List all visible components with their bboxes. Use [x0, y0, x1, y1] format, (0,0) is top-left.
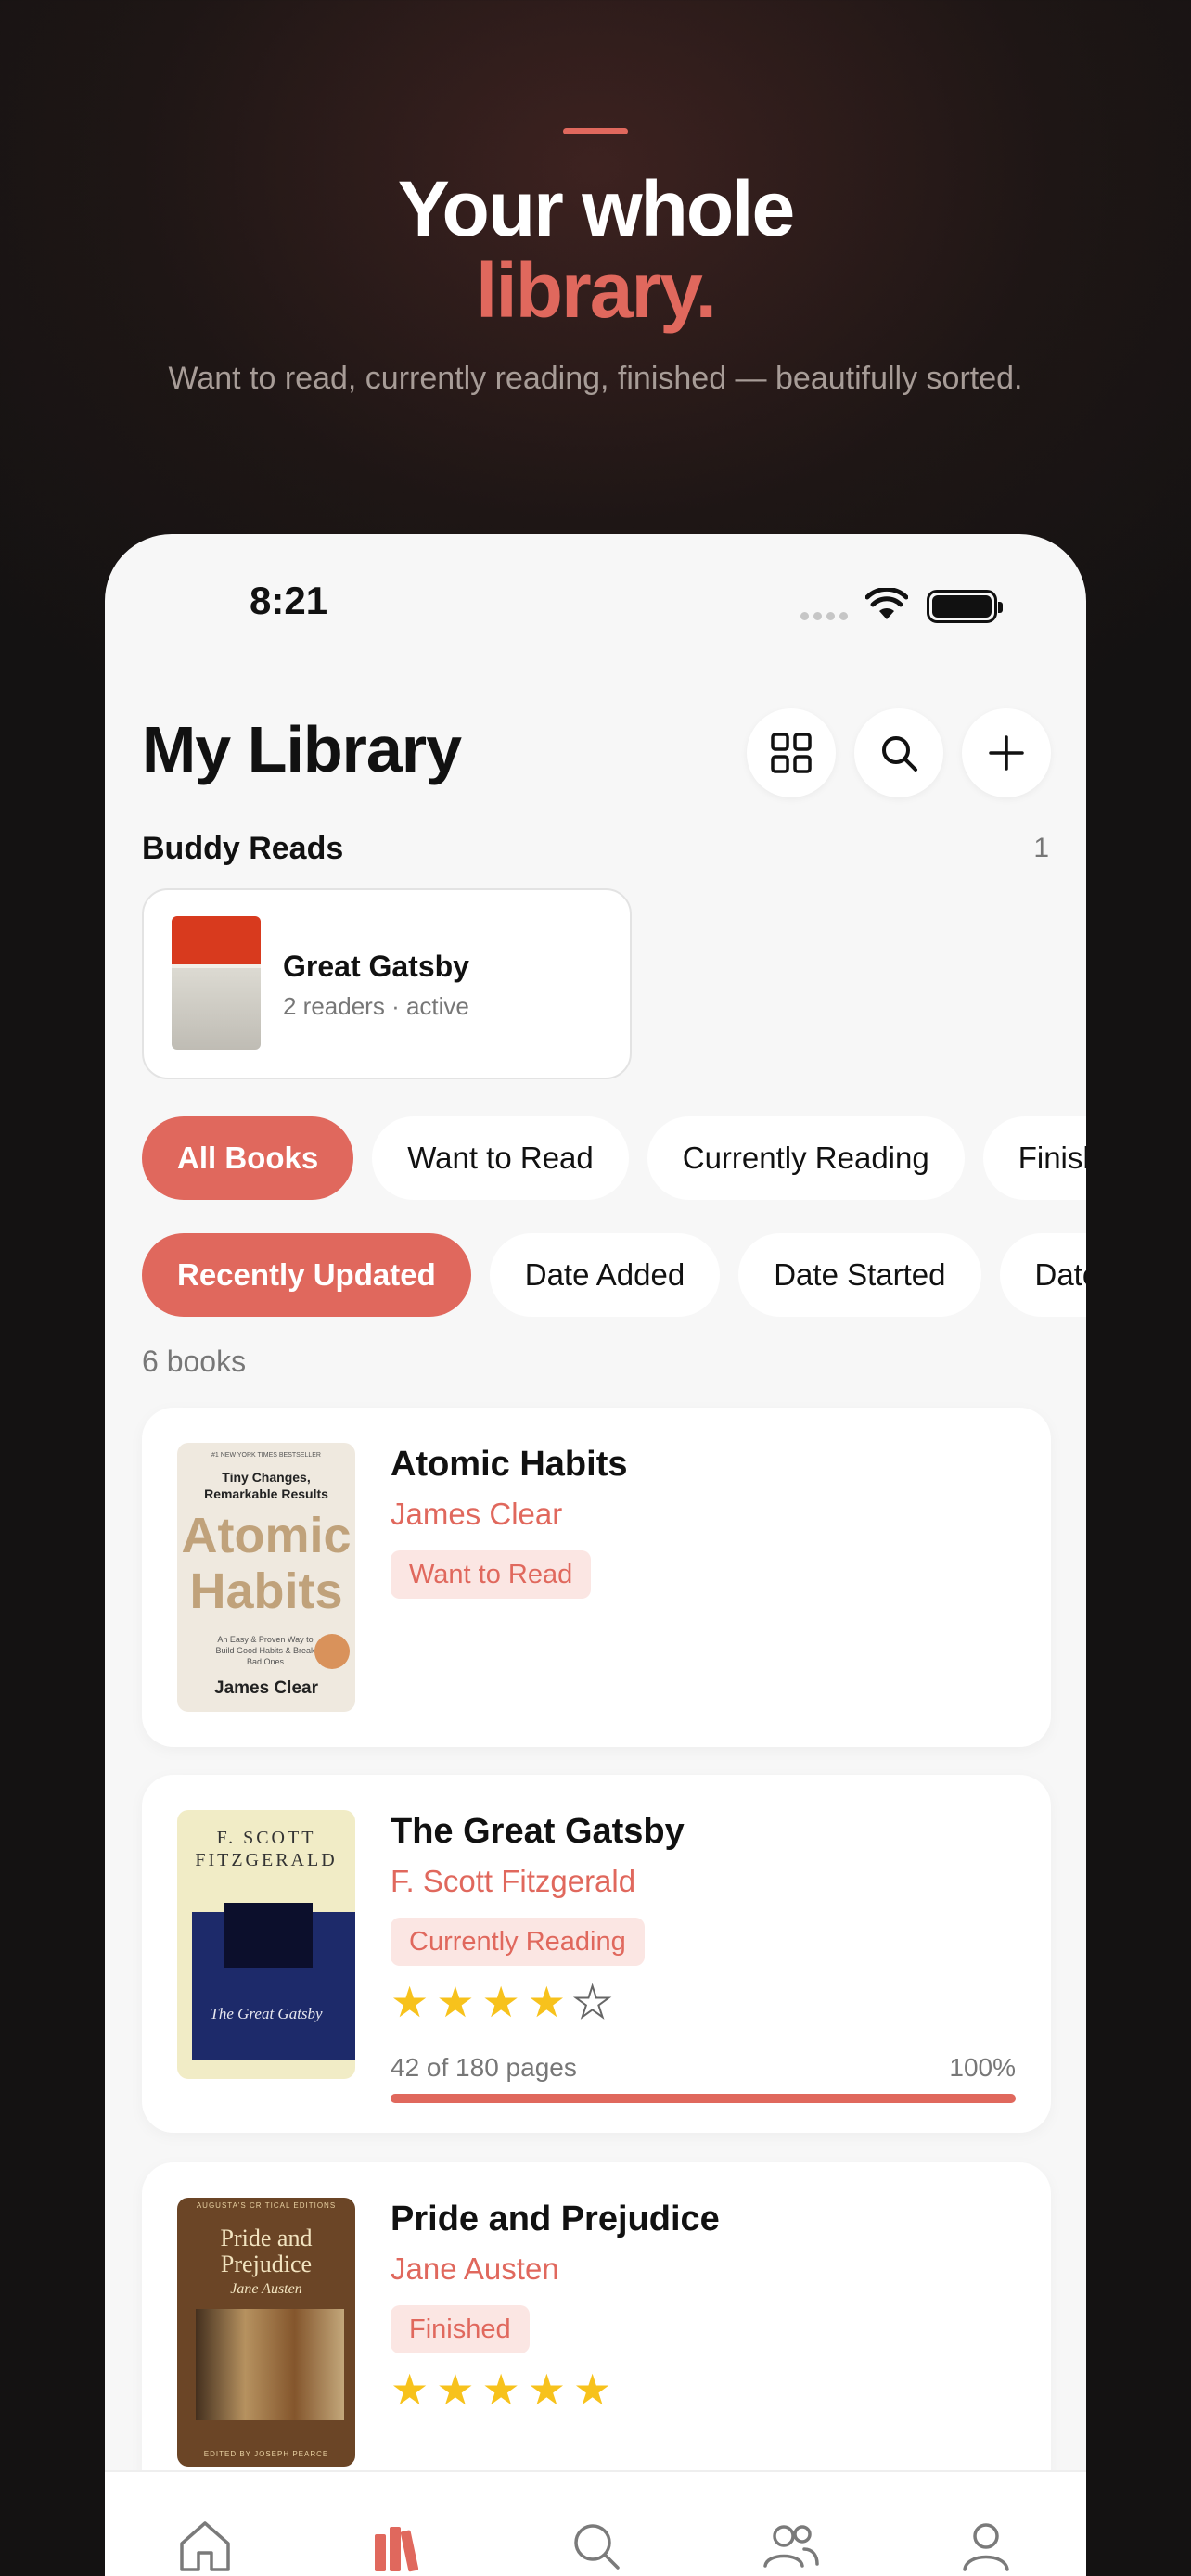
book-author: James Clear: [391, 1497, 563, 1531]
star-empty-icon: ★: [572, 1978, 612, 2026]
tab-friends[interactable]: [754, 2509, 828, 2576]
star-filled-icon: ★: [481, 2366, 520, 2414]
filter-chips: All Books Want to Read Currently Reading…: [142, 1116, 1086, 1200]
grid-icon: [771, 733, 812, 773]
book-author: F. Scott Fitzgerald: [391, 1864, 636, 1898]
star-filled-icon: ★: [527, 2366, 566, 2414]
profile-icon: [963, 2523, 1009, 2571]
star-filled-icon: ★: [527, 1978, 566, 2026]
tab-home[interactable]: [168, 2509, 242, 2576]
phone-screen: 8:21 My Library Buddy Reads 1 Great Gats…: [105, 534, 1086, 2576]
book-cover: AUGUSTA'S CRITICAL EDITIONS Pride and Pr…: [177, 2198, 355, 2467]
book-title: The Great Gatsby: [391, 1812, 685, 1851]
promo-subtitle: Want to read, currently reading, finishe…: [168, 361, 1023, 396]
sort-chips: Recently Updated Date Added Date Started…: [142, 1233, 1086, 1317]
filter-chip-want-to-read[interactable]: Want to Read: [372, 1116, 629, 1200]
home-icon: [180, 2521, 230, 2571]
page-title: My Library: [142, 713, 462, 785]
search-icon: [882, 736, 917, 772]
progress-percent: 100%: [949, 2053, 1016, 2082]
filter-chip-currently-reading[interactable]: Currently Reading: [647, 1116, 965, 1200]
progress-pages: 42 of 180 pages: [391, 2053, 577, 2082]
plus-icon: [989, 735, 1024, 771]
grid-view-button[interactable]: [747, 708, 836, 797]
buddy-read-card[interactable]: Great Gatsby 2 readers · active: [142, 888, 632, 1079]
sort-chip-recently-updated[interactable]: Recently Updated: [142, 1233, 471, 1317]
star-filled-icon: ★: [436, 1978, 475, 2026]
buddy-book-cover: [172, 916, 261, 1050]
promo-header: Your whole library. Want to read, curren…: [0, 0, 1191, 519]
tab-bar: [105, 2470, 1086, 2576]
status-badge: Want to Read: [391, 1550, 592, 1599]
book-cover: #1 NEW YORK TIMES BESTSELLER Tiny Change…: [177, 1443, 355, 1712]
star-filled-icon: ★: [391, 1978, 429, 2026]
star-filled-icon: ★: [436, 2366, 475, 2414]
status-badge: Finished: [391, 2305, 530, 2353]
book-author: Jane Austen: [391, 2251, 559, 2286]
progress-fill: [391, 2094, 1016, 2103]
sort-chip-date-finished[interactable]: Date Finished: [999, 1233, 1086, 1317]
buddy-book-title: Great Gatsby: [283, 950, 469, 983]
friends-icon: [763, 2525, 819, 2568]
filter-chip-all-books[interactable]: All Books: [142, 1116, 354, 1200]
status-time: 8:21: [250, 579, 328, 622]
book-title: Atomic Habits: [391, 1445, 628, 1484]
add-book-button[interactable]: [962, 708, 1051, 797]
star-filled-icon: ★: [481, 1978, 520, 2026]
rating-stars: ★ ★ ★ ★ ★: [391, 1978, 612, 2026]
tab-library[interactable]: [363, 2509, 437, 2576]
status-badge: Currently Reading: [391, 1918, 645, 1966]
progress-bar: [391, 2094, 1016, 2103]
book-count: 6 books: [142, 1345, 247, 1378]
promo-title: Your whole: [397, 165, 795, 252]
sort-chip-date-added[interactable]: Date Added: [489, 1233, 721, 1317]
sort-chip-date-started[interactable]: Date Started: [738, 1233, 981, 1317]
book-cover: F. SCOTT FITZGERALD The Great Gatsby: [177, 1810, 355, 2079]
promo-title-highlight: library.: [476, 247, 717, 334]
accent-bar: [563, 128, 628, 134]
tab-profile[interactable]: [949, 2509, 1023, 2576]
tab-search[interactable]: [559, 2509, 634, 2576]
star-filled-icon: ★: [573, 2366, 612, 2414]
book-title: Pride and Prejudice: [391, 2200, 720, 2238]
library-icon: [375, 2527, 419, 2572]
book-card[interactable]: #1 NEW YORK TIMES BESTSELLER Tiny Change…: [142, 1408, 1051, 1747]
buddy-read-meta: 2 readers · active: [283, 992, 469, 1020]
filter-chip-finished[interactable]: Finished: [982, 1116, 1086, 1200]
wifi-icon: [865, 588, 908, 619]
search-button[interactable]: [854, 708, 943, 797]
search-icon: [574, 2524, 620, 2570]
rating-stars: ★ ★ ★ ★ ★: [391, 2368, 611, 2411]
cellular-signal-icon: [800, 612, 848, 620]
buddy-reads-count: 1: [1033, 833, 1049, 863]
buddy-reads-label: Buddy Reads: [142, 831, 344, 866]
battery-icon: [927, 590, 1003, 623]
book-card[interactable]: F. SCOTT FITZGERALD The Great Gatsby The…: [142, 1775, 1051, 2133]
star-filled-icon: ★: [391, 2366, 429, 2414]
